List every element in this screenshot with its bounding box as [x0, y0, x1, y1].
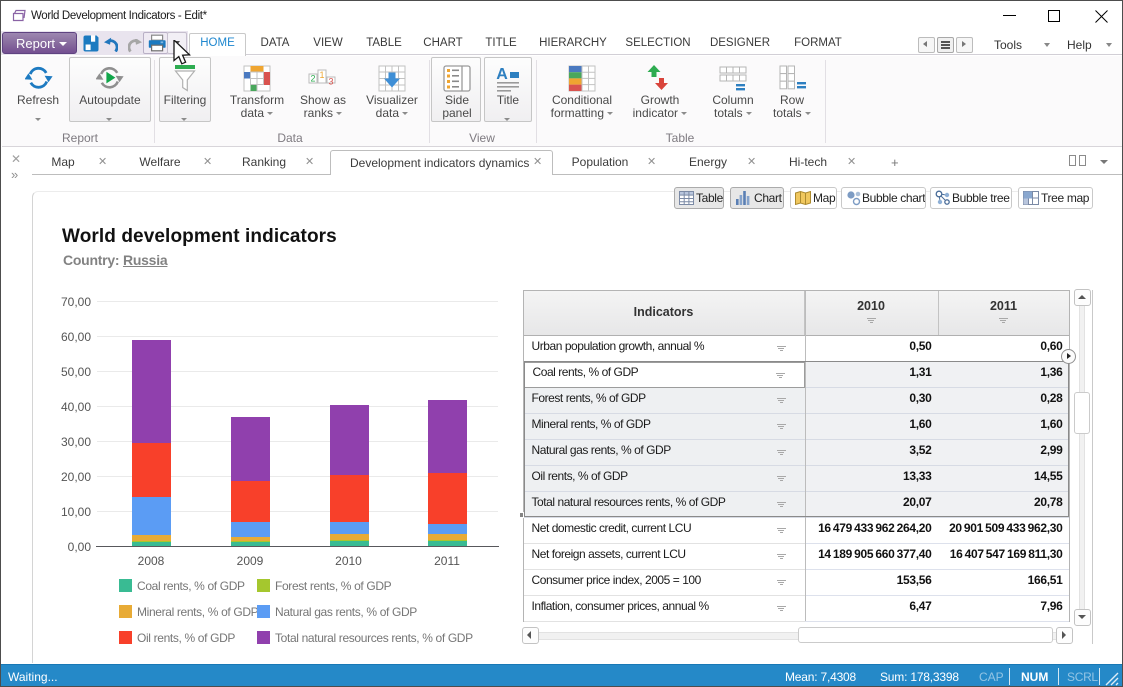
svg-text:1: 1 — [319, 70, 324, 80]
svg-text:A: A — [496, 66, 508, 83]
svg-text:2: 2 — [310, 74, 315, 84]
svg-text:3: 3 — [328, 77, 333, 87]
